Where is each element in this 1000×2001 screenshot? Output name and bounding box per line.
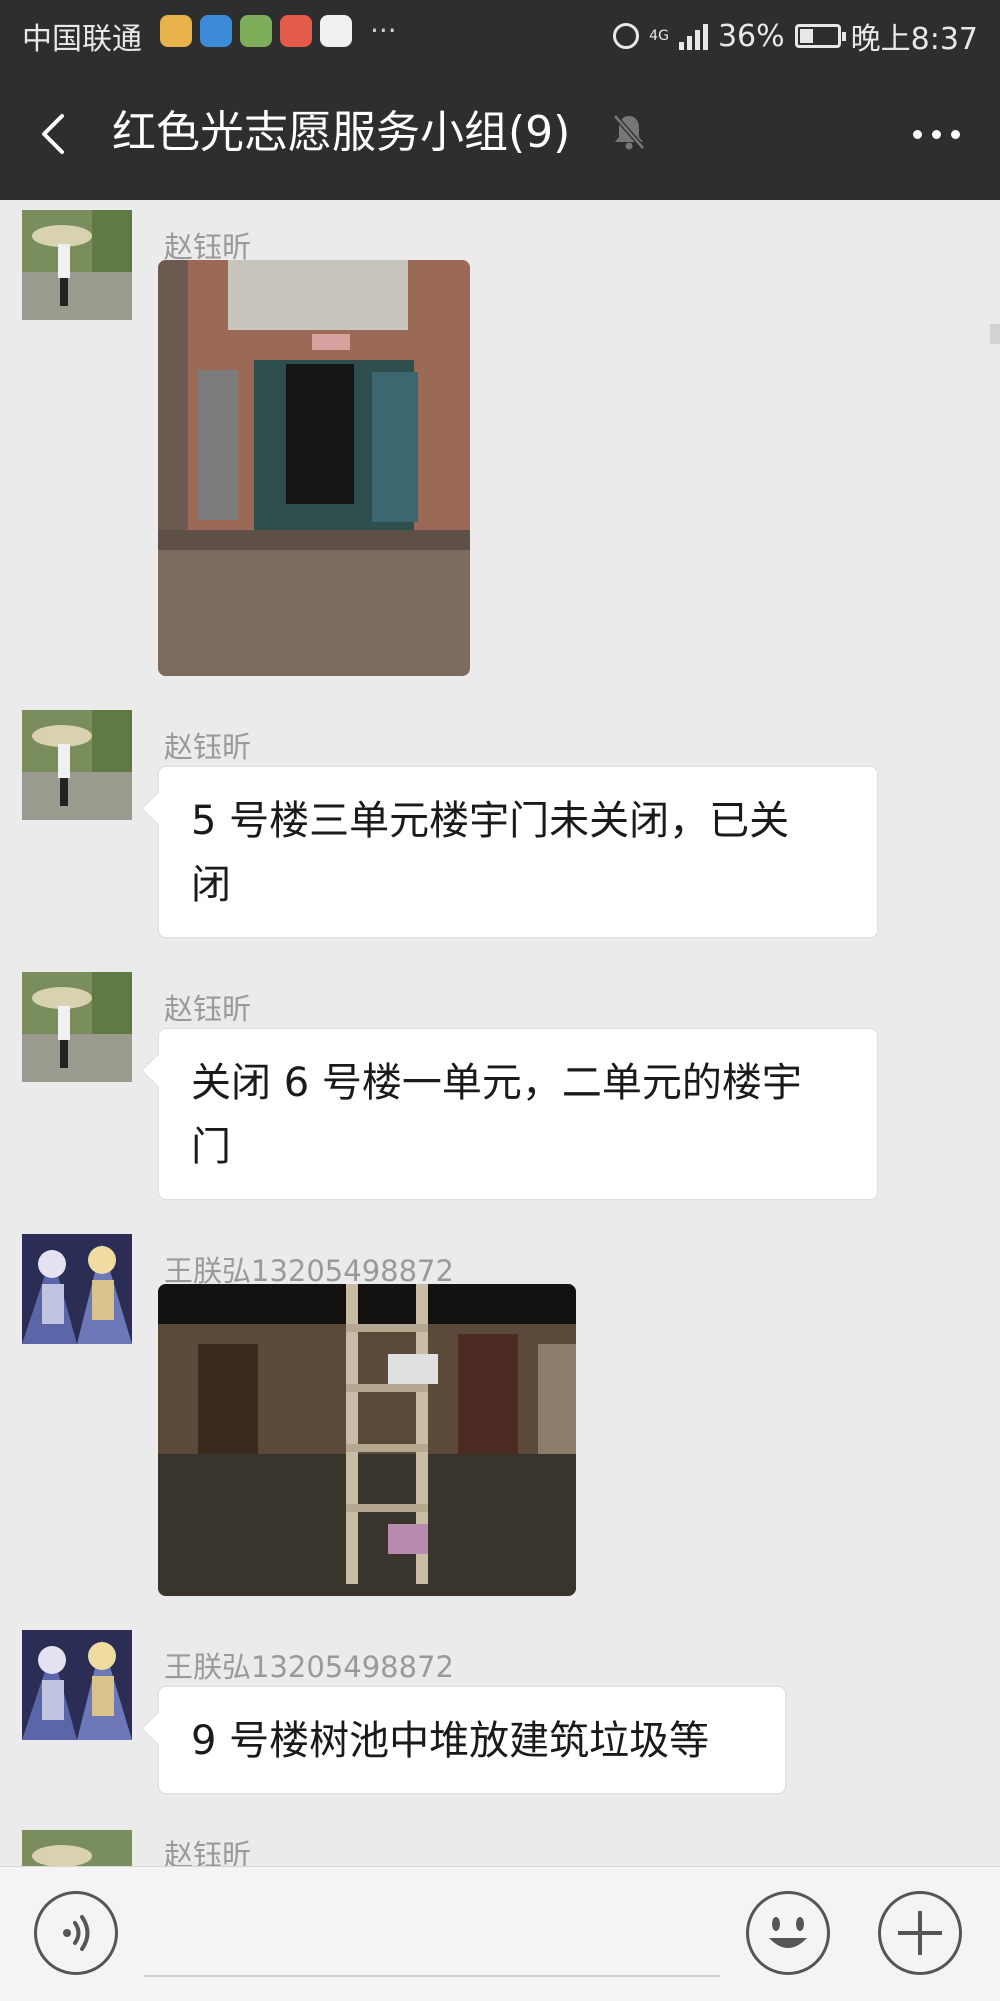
carrier-label: 中国联通 [22,22,142,57]
text-bubble[interactable]: 9 号楼树池中堆放建筑垃圾等 [158,1686,786,1794]
battery-icon [794,24,846,48]
image-message[interactable] [158,260,470,676]
clock: 晚上8:37 [850,22,978,57]
input-bar [0,1866,1000,2001]
avatar[interactable] [22,710,132,820]
chat-title: 红色光志愿服务小组(9) [112,107,571,158]
sender-name: 赵钰昕 [164,730,252,764]
browser-app-icon [280,14,312,47]
message-text-line: 5 号楼三单元楼宇门未关闭，已关 [191,798,790,844]
image-message[interactable] [158,1284,576,1596]
sender-name: 王朕弘13205498872 [164,1650,454,1684]
notification-icons: ··· [160,14,397,47]
video-app-icon [320,14,352,47]
emoji-icon[interactable] [746,1891,830,1975]
qq-app-icon [200,14,232,47]
more-notifications-icon: ··· [370,14,397,47]
message-text-line: 关闭 6 号楼一单元，二单元的楼宇 [191,1060,802,1106]
sender-name: 赵钰昕 [164,1838,252,1866]
avatar[interactable] [22,1630,132,1740]
status-indicators: 4G 36% 晚上8:37 [613,14,978,58]
message-text-line: 闭 [191,862,231,908]
alarm-icon [613,23,640,49]
message-text-line: 9 号楼树池中堆放建筑垃圾等 [191,1718,710,1764]
chat-header: 红色光志愿服务小组(9) [0,68,1000,200]
back-arrow-icon[interactable] [36,110,72,158]
voice-icon[interactable] [34,1891,118,1975]
plus-icon[interactable] [878,1891,962,1975]
message-text-line: 门 [191,1124,231,1170]
avatar[interactable] [22,1830,132,1866]
avatar[interactable] [22,210,132,320]
scroll-indicator [990,324,1000,344]
signal-icon [678,22,708,50]
battery-percent: 36% [717,18,785,54]
status-bar: 中国联通 ··· 4G 36% 晚上8:37 [0,0,1000,68]
avatar[interactable] [22,1234,132,1344]
chat-message: 赵钰昕 [0,1830,1000,1866]
mute-bell-icon [613,114,645,150]
sender-name: 赵钰昕 [164,992,252,1026]
app-notification-icon [240,14,272,47]
text-bubble[interactable]: 5 号楼三单元楼宇门未关闭，已关 闭 [158,766,878,938]
network-type-icon: 4G [649,28,669,44]
avatar[interactable] [22,972,132,1082]
text-bubble[interactable]: 关闭 6 号楼一单元，二单元的楼宇 门 [158,1028,878,1200]
mail-app-icon [160,14,192,47]
message-input[interactable] [144,1975,720,1977]
more-options-icon[interactable] [913,130,960,139]
